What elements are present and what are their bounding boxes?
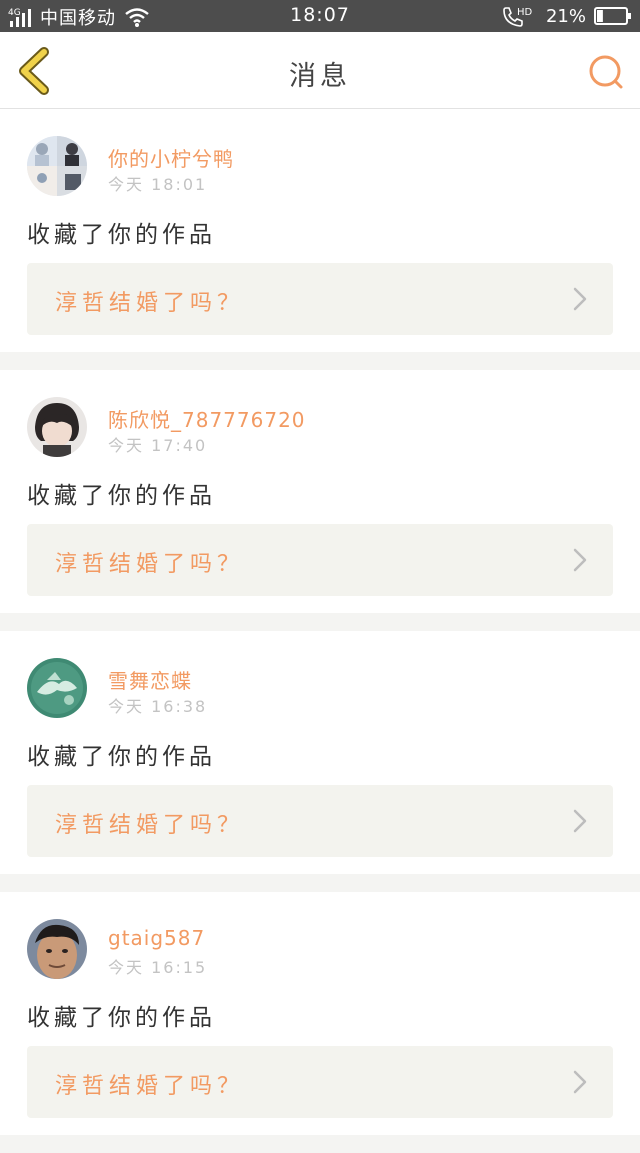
battery-percent: 21%	[545, 5, 586, 27]
action-text: 收藏了你的作品	[27, 222, 216, 248]
chevron-right-icon	[573, 809, 587, 833]
status-right: HD 21%	[500, 4, 632, 28]
chevron-right-icon	[573, 287, 587, 311]
search-icon	[589, 55, 623, 89]
notification-list: 你的小柠兮鸭 今天 18:01 收藏了你的作品 淳哲结婚了吗？ 陈欣悦_7877…	[0, 109, 640, 1153]
notification-card: 雪舞恋蝶 今天 16:38 收藏了你的作品 淳哲结婚了吗？	[0, 631, 640, 874]
work-link[interactable]: 淳哲结婚了吗？	[27, 263, 613, 335]
work-link[interactable]: 淳哲结婚了吗？	[27, 524, 613, 596]
work-title: 淳哲结婚了吗？	[55, 552, 245, 577]
avatar-image	[27, 919, 87, 979]
avatar-image	[27, 658, 87, 718]
timestamp: 今天 18:01	[108, 175, 208, 194]
avatar[interactable]	[27, 397, 87, 457]
search-button[interactable]	[586, 52, 626, 92]
header: 消息	[0, 32, 640, 109]
chevron-right-icon	[573, 548, 587, 572]
notification-card: 你的小柠兮鸭 今天 18:01 收藏了你的作品 淳哲结婚了吗？	[0, 109, 640, 352]
timestamp: 今天 17:40	[108, 436, 208, 455]
work-title: 淳哲结婚了吗？	[55, 813, 245, 838]
battery-icon	[594, 7, 631, 25]
page-title: 消息	[289, 61, 351, 92]
chevron-right-icon	[573, 1070, 587, 1094]
action-text: 收藏了你的作品	[27, 1005, 216, 1031]
username[interactable]: 雪舞恋蝶	[108, 665, 192, 694]
work-title: 淳哲结婚了吗？	[55, 291, 245, 316]
notification-card: 陈欣悦_787776720 今天 17:40 收藏了你的作品 淳哲结婚了吗？	[0, 370, 640, 613]
hd-call-icon: HD	[503, 7, 533, 27]
work-link[interactable]: 淳哲结婚了吗？	[27, 785, 613, 857]
avatar-image	[27, 136, 87, 196]
username[interactable]: gtaig587	[108, 926, 205, 950]
username[interactable]: 你的小柠兮鸭	[108, 143, 234, 172]
avatar[interactable]	[27, 136, 87, 196]
avatar[interactable]	[27, 658, 87, 718]
hd-label: HD	[517, 7, 533, 18]
timestamp: 今天 16:38	[108, 697, 208, 716]
username[interactable]: 陈欣悦_787776720	[108, 404, 306, 433]
notification-card: gtaig587 今天 16:15 收藏了你的作品 淳哲结婚了吗？	[0, 892, 640, 1135]
action-text: 收藏了你的作品	[27, 483, 216, 509]
action-text: 收藏了你的作品	[27, 744, 216, 770]
status-bar: 4G 中国移动 18:07 HD 21%	[0, 0, 640, 32]
work-title: 淳哲结婚了吗？	[55, 1074, 245, 1099]
timestamp: 今天 16:15	[108, 958, 208, 977]
avatar[interactable]	[27, 919, 87, 979]
work-link[interactable]: 淳哲结婚了吗？	[27, 1046, 613, 1118]
avatar-image	[27, 397, 87, 457]
